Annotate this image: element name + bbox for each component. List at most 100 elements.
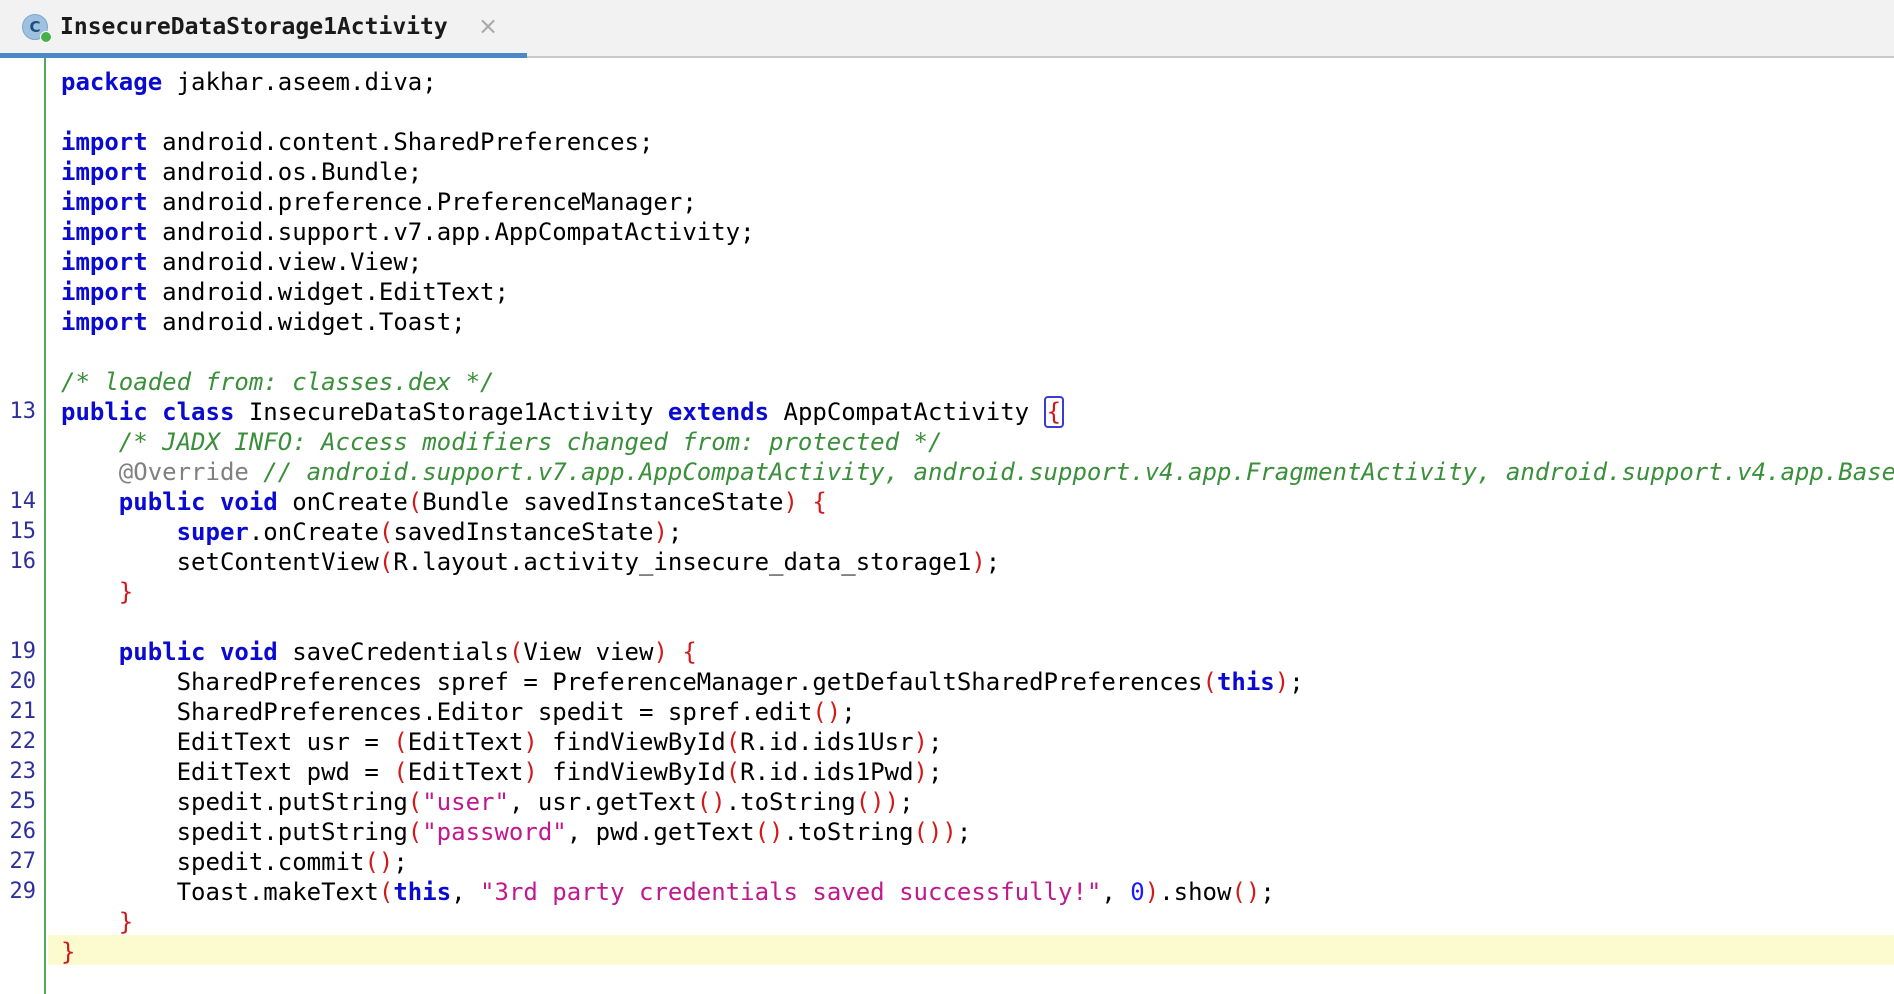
code-token: (	[508, 638, 524, 666]
code-token: this	[393, 878, 452, 906]
code-line[interactable]: import android.support.v7.app.AppCompatA…	[0, 217, 1894, 247]
code-line[interactable]: import android.preference.PreferenceMana…	[0, 187, 1894, 217]
code-token: Bundle savedInstanceState	[422, 488, 784, 516]
code-line[interactable]: 22 EditText usr = (EditText) findViewByI…	[0, 727, 1894, 757]
code-token: import	[61, 218, 148, 246]
code-editor[interactable]: package jakhar.aseem.diva; import android…	[0, 67, 1894, 967]
code-line[interactable]: }	[0, 577, 1894, 607]
code-token: import	[61, 188, 148, 216]
matched-brace: {	[1043, 396, 1065, 428]
code-token: )	[653, 638, 668, 666]
code-token: , usr.getText	[508, 788, 697, 816]
code-line[interactable]: package jakhar.aseem.diva;	[0, 67, 1894, 97]
code-token: setContentView	[176, 548, 379, 576]
code-token: (	[378, 878, 394, 906]
code-token: import	[61, 248, 148, 276]
code-text: Toast.makeText(this, "3rd party credenti…	[61, 877, 1275, 907]
code-token: "password"	[422, 818, 567, 846]
code-text: spedit.putString("password", pwd.getText…	[61, 817, 972, 847]
code-token: this	[1216, 668, 1275, 696]
code-text: import android.preference.PreferenceMana…	[61, 187, 697, 217]
code-token: Toast.makeText	[176, 878, 379, 906]
code-token: ()	[696, 788, 726, 816]
code-line[interactable]: }	[0, 907, 1894, 937]
code-token: InsecureDataStorage1Activity	[234, 398, 668, 426]
code-line[interactable]: 21 SharedPreferences.Editor spedit = spr…	[0, 697, 1894, 727]
code-text: setContentView(R.layout.activity_insecur…	[61, 547, 1001, 577]
code-token: "user"	[422, 788, 509, 816]
code-token: class	[162, 398, 235, 426]
code-text: public void onCreate(Bundle savedInstanc…	[61, 487, 827, 517]
close-icon[interactable]: ×	[477, 13, 499, 39]
code-token: ;	[927, 758, 943, 786]
line-number: 20	[9, 669, 37, 694]
code-token: R.id.ids1Usr	[740, 728, 914, 756]
code-line[interactable]: }	[0, 937, 1894, 967]
code-token: findViewById	[537, 728, 726, 756]
code-token: )	[523, 758, 538, 786]
code-line[interactable]: import android.view.View;	[0, 247, 1894, 277]
code-token: SharedPreferences.Editor spedit = spref.…	[176, 698, 813, 726]
code-text: import android.widget.Toast;	[61, 307, 466, 337]
code-token: onCreate	[277, 488, 408, 516]
code-line[interactable]: @Override // android.support.v7.app.AppC…	[0, 457, 1894, 487]
code-token: EditText	[407, 728, 524, 756]
code-text: import android.widget.EditText;	[61, 277, 509, 307]
code-token: (	[378, 518, 394, 546]
code-line[interactable]: 26 spedit.putString("password", pwd.getT…	[0, 817, 1894, 847]
code-text: SharedPreferences.Editor spedit = spref.…	[61, 697, 856, 727]
code-token: SharedPreferences spref = PreferenceMana…	[176, 668, 1203, 696]
code-line[interactable]	[0, 97, 1894, 127]
code-token: )	[523, 728, 538, 756]
code-line[interactable]: 15 super.onCreate(savedInstanceState);	[0, 517, 1894, 547]
code-line[interactable]: 23 EditText pwd = (EditText) findViewByI…	[0, 757, 1894, 787]
code-token: )	[913, 758, 928, 786]
code-line[interactable]: 16 setContentView(R.layout.activity_inse…	[0, 547, 1894, 577]
code-token: android.os.Bundle;	[147, 158, 423, 186]
code-token: public	[118, 488, 206, 516]
code-line[interactable]: import android.widget.Toast;	[0, 307, 1894, 337]
code-line[interactable]: import android.content.SharedPreferences…	[0, 127, 1894, 157]
code-line[interactable]: import android.widget.EditText;	[0, 277, 1894, 307]
code-token: ()	[1231, 878, 1261, 906]
code-line[interactable]	[0, 337, 1894, 367]
line-number: 21	[9, 699, 37, 724]
tab-insecure-data-storage1-activity[interactable]: C InsecureDataStorage1Activity ×	[0, 0, 527, 58]
code-token: public	[118, 638, 206, 666]
code-line[interactable]	[0, 607, 1894, 637]
code-line[interactable]: /* JADX INFO: Access modifiers changed f…	[0, 427, 1894, 457]
code-text: EditText pwd = (EditText) findViewById(R…	[61, 757, 943, 787]
code-token: android.widget.EditText;	[147, 278, 509, 306]
code-token: ()	[754, 818, 784, 846]
code-text: super.onCreate(savedInstanceState);	[61, 517, 683, 547]
code-line[interactable]: 20 SharedPreferences spref = PreferenceM…	[0, 667, 1894, 697]
code-token: ;	[841, 698, 856, 726]
code-text: import android.os.Bundle;	[61, 157, 422, 187]
code-token: ())	[855, 788, 900, 816]
code-token: public	[61, 398, 148, 426]
code-token: @Override	[118, 458, 249, 486]
code-line[interactable]: 19 public void saveCredentials(View view…	[0, 637, 1894, 667]
code-token: R.id.ids1Pwd	[740, 758, 914, 786]
code-line[interactable]: /* loaded from: classes.dex */	[0, 367, 1894, 397]
code-line[interactable]: import android.os.Bundle;	[0, 157, 1894, 187]
code-token: ;	[1289, 668, 1304, 696]
code-line[interactable]: 13 public class InsecureDataStorage1Activ…	[0, 396, 1894, 428]
code-token: }	[118, 578, 134, 606]
code-line[interactable]: 14 public void onCreate(Bundle savedInst…	[0, 487, 1894, 517]
code-token: {	[682, 638, 697, 666]
code-token: void	[219, 488, 278, 516]
code-token: ,	[451, 878, 481, 906]
code-line[interactable]: 29 Toast.makeText(this, "3rd party crede…	[0, 877, 1894, 907]
code-text: /* JADX INFO: Access modifiers changed f…	[61, 427, 943, 457]
code-line[interactable]: 25 spedit.putString("user", usr.getText(…	[0, 787, 1894, 817]
code-line[interactable]: 27 spedit.commit();	[0, 847, 1894, 877]
